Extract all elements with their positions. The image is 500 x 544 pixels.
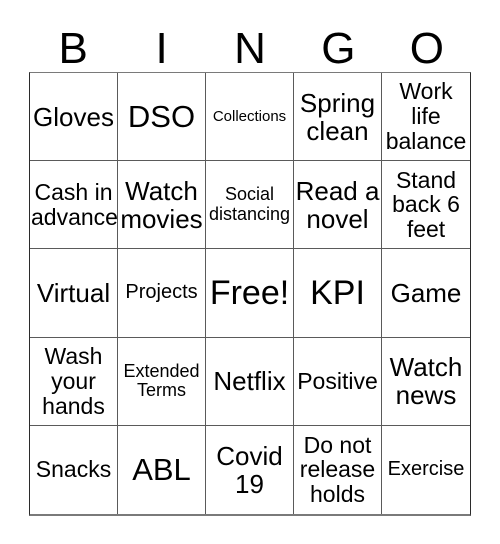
bingo-cell-r3-c3[interactable]: Free!: [206, 249, 294, 338]
bingo-header-letter-n: N: [234, 24, 266, 73]
bingo-cell-label: Free!: [209, 273, 290, 312]
bingo-cell-r2-c5[interactable]: Stand back 6 feet: [382, 161, 470, 250]
bingo-cell-r2-c4[interactable]: Read a novel: [294, 161, 382, 250]
bingo-cell-label: Wash your hands: [42, 342, 105, 419]
bingo-header-letter-i: I: [155, 24, 168, 73]
bingo-card: B I N G O Gloves DSO Collections Spring clean Wo…: [0, 0, 500, 544]
bingo-cell-r5-c2[interactable]: ABL: [118, 425, 206, 514]
bingo-cell-label: Virtual: [36, 277, 111, 308]
bingo-cell-r4-c2[interactable]: Extended Terms: [118, 337, 206, 426]
bingo-header-letter-g: G: [321, 24, 356, 73]
bingo-cell-r1-c4[interactable]: Spring clean: [294, 73, 382, 162]
bingo-cell-label: Social distancing: [208, 184, 291, 224]
bingo-cell-label: Netflix: [213, 366, 286, 397]
bingo-cell-r4-c5[interactable]: Watch news: [382, 337, 470, 426]
bingo-header-row: BINGO: [29, 14, 471, 72]
bingo-cell-r2-c3[interactable]: Social distancing: [206, 161, 294, 250]
bingo-cell-label: Gloves: [33, 101, 114, 132]
bingo-cell-r2-c1[interactable]: Cash in advance: [30, 161, 118, 250]
bingo-cell-r5-c1[interactable]: Snacks: [30, 425, 118, 514]
bingo-cell-r4-c3[interactable]: Netflix: [206, 337, 294, 426]
bingo-cell-r3-c1[interactable]: Virtual: [30, 249, 118, 338]
bingo-cell-label: Work life balance: [385, 78, 467, 154]
bingo-cell-label: Spring clean: [299, 87, 376, 146]
bingo-cell-r1-c1[interactable]: Gloves: [30, 73, 118, 162]
bingo-cell-r3-c5[interactable]: Game: [382, 249, 470, 338]
bingo-cell-r4-c1[interactable]: Wash your hands: [30, 337, 118, 426]
bingo-cell-label: ABL: [132, 452, 191, 488]
bingo-cell-label: Do not release holds: [299, 431, 376, 508]
bingo-cell-label: Watch news: [389, 352, 463, 411]
bingo-cell-r3-c4[interactable]: KPI: [294, 249, 382, 338]
bingo-cell-label: Game: [390, 277, 462, 308]
bingo-cell-label: Collections: [212, 107, 287, 125]
bingo-cell-r3-c2[interactable]: Projects: [118, 249, 206, 338]
bingo-cell-label: Extended Terms: [123, 360, 200, 401]
bingo-cell-label: KPI: [310, 273, 365, 312]
bingo-cell-label: Snacks: [35, 456, 112, 483]
bingo-cell-r5-c5[interactable]: Exercise: [382, 425, 470, 514]
bingo-cell-label: Stand back 6 feet: [392, 166, 460, 243]
bingo-cell-label: Exercise: [387, 458, 465, 481]
bingo-cell-label: Watch movies: [120, 175, 203, 234]
bingo-cell-r5-c4[interactable]: Do not release holds: [294, 425, 382, 514]
bingo-header-letter-b: B: [58, 24, 88, 73]
bingo-cell-r1-c3[interactable]: Collections: [206, 73, 294, 162]
bingo-cell-label: DSO: [127, 98, 196, 134]
bingo-cell-r4-c4[interactable]: Positive: [294, 337, 382, 426]
bingo-cell-r1-c5[interactable]: Work life balance: [382, 73, 470, 162]
bingo-cell-r2-c2[interactable]: Watch movies: [118, 161, 206, 250]
bingo-cell-r1-c2[interactable]: DSO: [118, 73, 206, 162]
bingo-grid: Gloves DSO Collections Spring clean Work lif…: [29, 72, 471, 516]
bingo-cell-label: Cash in advance: [31, 178, 118, 230]
bingo-cell-label: Positive: [297, 367, 378, 394]
bingo-cell-label: Projects: [125, 281, 198, 304]
bingo-cell-label: Read a novel: [295, 175, 380, 234]
bingo-cell-label: Covid 19: [216, 440, 283, 499]
bingo-cell-r5-c3[interactable]: Covid 19: [206, 425, 294, 514]
bingo-header-letter-o: O: [409, 24, 444, 73]
